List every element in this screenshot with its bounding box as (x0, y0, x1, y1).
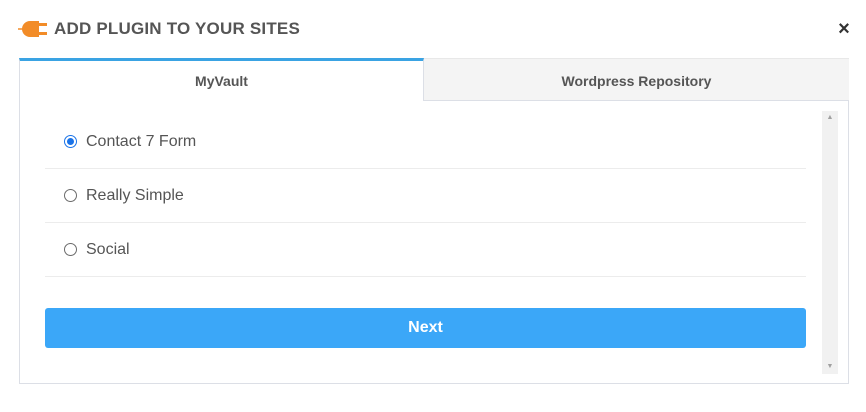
radio-really-simple[interactable] (64, 189, 77, 202)
scroll-down-arrow-icon[interactable]: ▼ (822, 360, 838, 374)
tab-myvault[interactable]: MyVault (19, 58, 424, 101)
dialog-header: ADD PLUGIN TO YOUR SITES × (0, 0, 866, 58)
plug-icon (18, 21, 47, 37)
option-label: Social (86, 240, 130, 258)
dialog-title: ADD PLUGIN TO YOUR SITES (54, 19, 300, 38)
tab-bar: MyVault Wordpress Repository (19, 58, 849, 101)
next-button[interactable]: Next (45, 308, 806, 348)
scroll-up-arrow-icon[interactable]: ▲ (822, 111, 838, 125)
option-really-simple[interactable]: Really Simple (45, 169, 806, 223)
option-label: Really Simple (86, 186, 184, 204)
radio-social[interactable] (64, 243, 77, 256)
scrollbar[interactable]: ▲ ▼ (822, 111, 838, 374)
tab-wordpress-repository[interactable]: Wordpress Repository (424, 58, 849, 101)
tab-content: Contact 7 Form Really Simple Social Next… (19, 101, 849, 384)
option-label: Contact 7 Form (86, 132, 197, 150)
close-button[interactable]: × (834, 17, 854, 41)
option-social[interactable]: Social (45, 223, 806, 277)
radio-contact-7-form[interactable] (64, 135, 77, 148)
plugin-panel: MyVault Wordpress Repository Contact 7 F… (19, 58, 849, 384)
plugin-options-list: Contact 7 Form Really Simple Social (45, 115, 806, 277)
option-contact-7-form[interactable]: Contact 7 Form (45, 115, 806, 169)
